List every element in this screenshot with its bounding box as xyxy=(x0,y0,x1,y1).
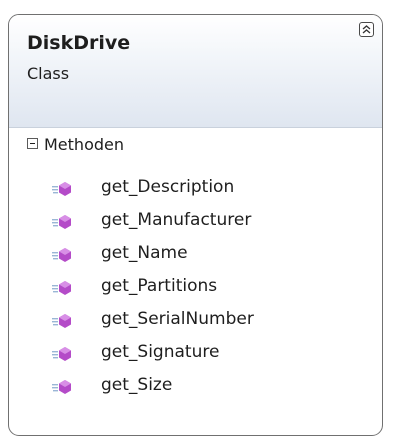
methods-section-label: Methoden xyxy=(44,135,124,154)
public-method-icon xyxy=(52,215,71,229)
class-name: DiskDrive xyxy=(27,32,131,54)
public-method-icon xyxy=(52,314,71,328)
method-label: get_Partitions xyxy=(101,276,218,296)
public-method-icon xyxy=(52,248,71,262)
method-item[interactable]: get_Manufacturer xyxy=(9,210,382,236)
public-method-icon xyxy=(52,347,71,361)
methods-section-header[interactable]: Methoden xyxy=(9,128,382,166)
method-label: get_Manufacturer xyxy=(101,210,252,230)
class-header: DiskDrive Class xyxy=(9,15,382,128)
public-method-icon xyxy=(52,281,71,295)
class-shape[interactable]: DiskDrive Class Methoden get_Description xyxy=(8,14,383,436)
method-item[interactable]: get_Description xyxy=(9,177,382,203)
method-label: get_Size xyxy=(101,375,173,395)
method-label: get_SerialNumber xyxy=(101,309,254,329)
method-item[interactable]: get_Size xyxy=(9,375,382,401)
collapse-button[interactable] xyxy=(359,22,374,37)
chevron-double-up-icon xyxy=(362,25,371,34)
public-method-icon xyxy=(52,380,71,394)
method-item[interactable]: get_Partitions xyxy=(9,276,382,302)
method-item[interactable]: get_Name xyxy=(9,243,382,269)
method-label: get_Signature xyxy=(101,342,220,362)
public-method-icon xyxy=(52,182,71,196)
method-item[interactable]: get_Signature xyxy=(9,342,382,368)
minus-box-icon[interactable] xyxy=(27,138,38,149)
method-label: get_Name xyxy=(101,243,188,263)
method-label: get_Description xyxy=(101,177,235,197)
method-item[interactable]: get_SerialNumber xyxy=(9,309,382,335)
class-kind: Class xyxy=(27,64,70,83)
